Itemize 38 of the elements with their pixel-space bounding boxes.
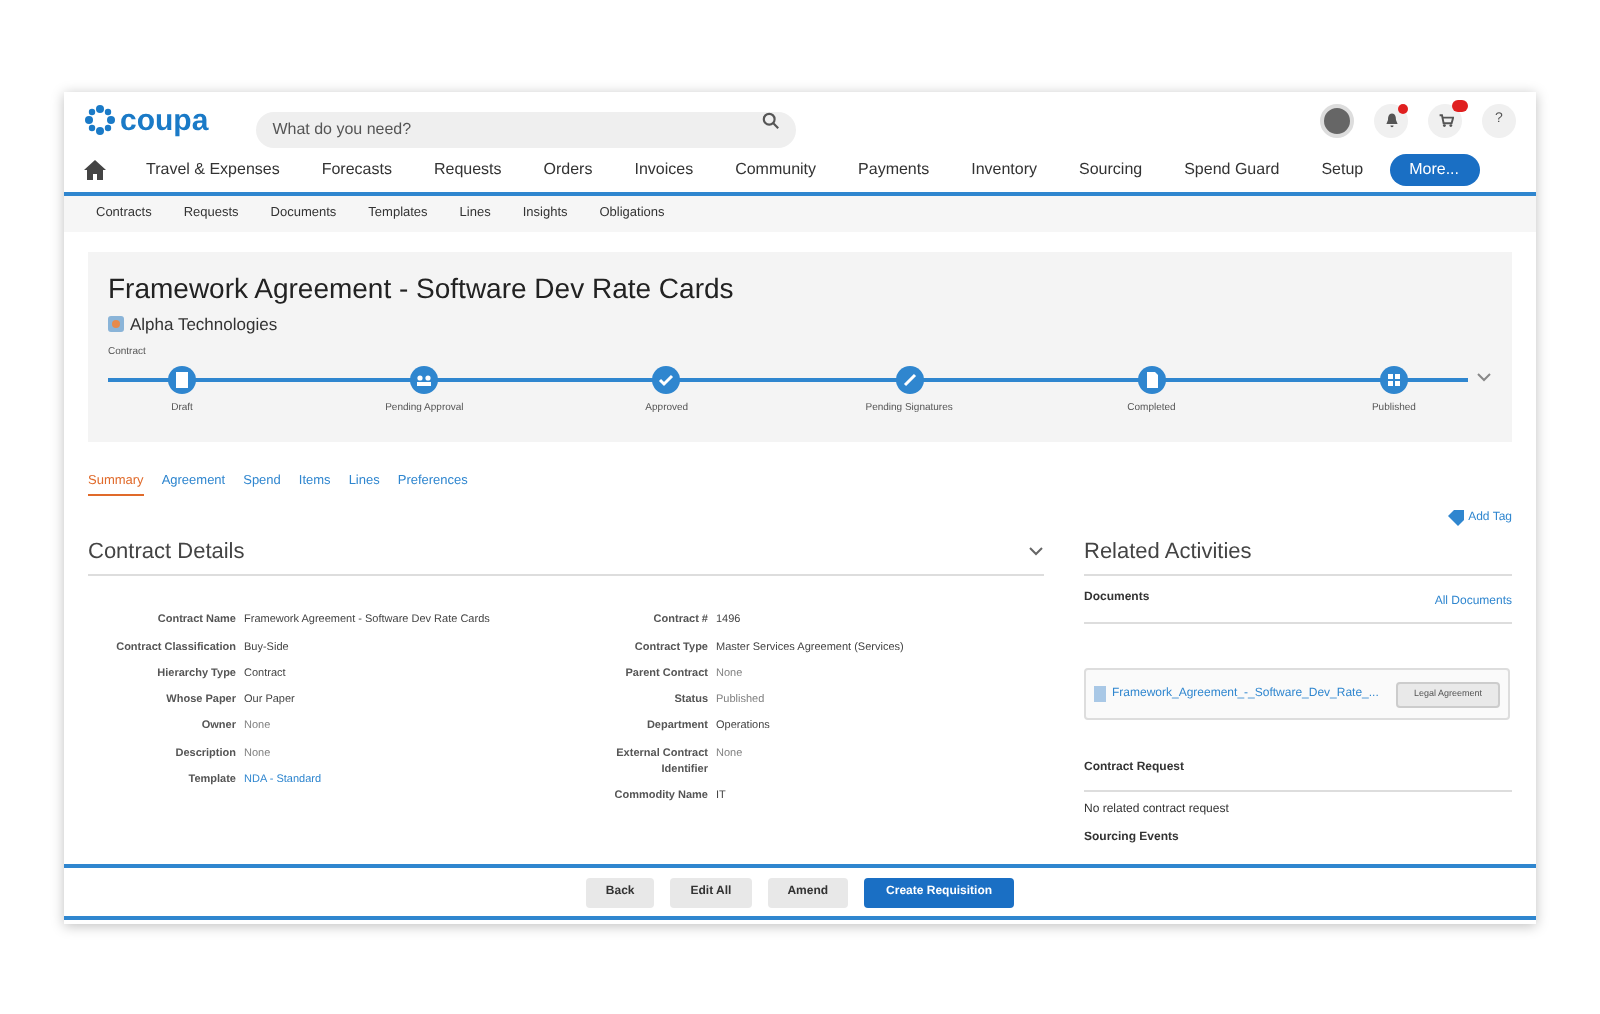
- nav-link[interactable]: Inventory: [971, 158, 1038, 182]
- bell-icon: [1383, 112, 1399, 128]
- search-icon: [762, 111, 781, 129]
- notifications-button[interactable]: [1374, 103, 1408, 137]
- chevron-down-icon[interactable]: [1476, 371, 1492, 384]
- home-icon[interactable]: [84, 160, 106, 180]
- nav-link[interactable]: Community: [735, 158, 817, 182]
- nav-link[interactable]: Payments: [858, 158, 930, 182]
- document-icon: [1094, 686, 1106, 703]
- nav-link[interactable]: Invoices: [634, 158, 694, 182]
- supplier-icon: [108, 315, 124, 332]
- logo-text: coupa: [120, 105, 209, 135]
- nav-link[interactable]: Sourcing: [1079, 158, 1143, 182]
- status-step-icon: [895, 365, 924, 394]
- section-title: Contract Details: [88, 537, 245, 568]
- cart-badge: [1452, 99, 1468, 111]
- status-step-icon: [1379, 365, 1408, 394]
- status-step-icon: [1137, 365, 1166, 394]
- nav-link[interactable]: Orders: [543, 158, 593, 182]
- status-step-icon: [410, 365, 439, 394]
- nav-link[interactable]: Requests: [433, 158, 502, 182]
- avatar-icon[interactable]: [1320, 103, 1354, 137]
- more-button[interactable]: More...: [1389, 154, 1479, 186]
- supplier-name: Alpha Technologies: [130, 311, 278, 337]
- chevron-down-icon[interactable]: [1028, 546, 1044, 558]
- logo-icon: [84, 104, 116, 136]
- tag-icon: [1448, 510, 1465, 527]
- nav-link[interactable]: Travel & Expenses: [146, 158, 280, 182]
- status-step-icon: [652, 365, 681, 394]
- nav-link[interactable]: Setup: [1321, 158, 1364, 182]
- cart-button[interactable]: [1428, 103, 1462, 137]
- section-title: Related Activities: [1084, 535, 1512, 577]
- nav-link[interactable]: Forecasts: [321, 158, 392, 182]
- cart-icon: [1437, 112, 1453, 128]
- search-field[interactable]: What do you need?: [256, 111, 797, 147]
- status-step-icon: [168, 365, 196, 394]
- contract-title: Framework Agreement - Software Dev Rate Cards: [108, 272, 736, 307]
- nav-link[interactable]: Spend Guard: [1184, 158, 1280, 182]
